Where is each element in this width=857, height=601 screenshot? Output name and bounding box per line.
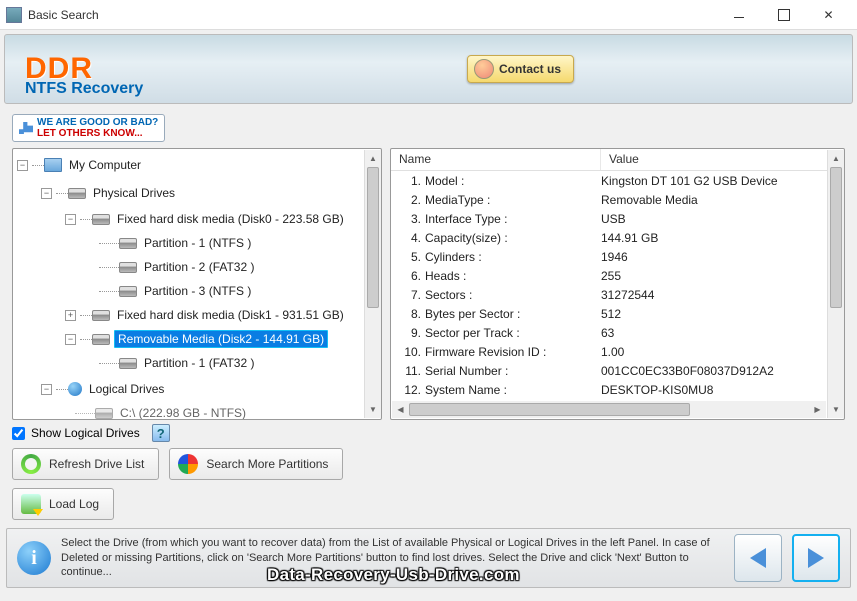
details-header: Name Value [391,149,844,171]
expander-icon[interactable]: − [41,188,52,199]
details-panel: Name Value 1.Model :Kingston DT 101 G2 U… [390,148,845,420]
disk-icon [92,310,110,321]
col-name[interactable]: Name [391,149,601,170]
tree-partition[interactable]: Partition - 1 (NTFS ) [17,233,377,253]
user-icon [474,59,494,79]
contact-us-button[interactable]: Contact us [467,55,574,83]
show-logical-label: Show Logical Drives [31,426,140,440]
drive-icon [68,188,86,199]
details-row[interactable]: 4.Capacity(size) :144.91 GB [399,228,844,247]
contact-label: Contact us [499,62,561,76]
load-log-button[interactable]: Load Log [12,488,114,520]
thumbs-up-icon [19,122,33,134]
minimize-button[interactable] [716,1,761,29]
search-icon [178,454,198,474]
header-banner: DDR NTFS Recovery Contact us [4,34,853,104]
tree-root[interactable]: − My Computer [17,155,377,175]
details-body: 1.Model :Kingston DT 101 G2 USB Device2.… [391,171,844,419]
details-row[interactable]: 3.Interface Type :USB [399,209,844,228]
drive-tree-panel: − My Computer − Physical Drives − Fixed … [12,148,382,420]
tree-disk0[interactable]: − Fixed hard disk media (Disk0 - 223.58 … [17,209,377,229]
search-more-label: Search More Partitions [206,457,328,471]
info-icon: i [17,541,51,575]
tree-label: Fixed hard disk media (Disk1 - 931.51 GB… [114,307,347,323]
window-title: Basic Search [28,8,716,22]
next-button[interactable] [792,534,840,582]
refresh-drive-list-button[interactable]: Refresh Drive List [12,448,159,480]
details-hscroll[interactable]: ◀▶ [392,401,826,418]
tree-label: Removable Media (Disk2 - 144.91 GB) [114,330,328,348]
details-row[interactable]: 1.Model :Kingston DT 101 G2 USB Device [399,171,844,190]
details-vscroll[interactable]: ▲▼ [827,150,844,418]
tree-disk2-selected[interactable]: − Removable Media (Disk2 - 144.91 GB) [17,329,377,349]
details-row[interactable]: 7.Sectors :31272544 [399,285,844,304]
partition-icon [119,286,137,297]
main-area: − My Computer − Physical Drives − Fixed … [12,148,845,420]
feedback-bar[interactable]: WE ARE GOOD OR BAD? LET OTHERS KNOW... [12,114,165,142]
partition-icon [119,262,137,273]
drive-icon [95,408,113,419]
tree-label: My Computer [66,157,144,173]
expander-icon[interactable]: − [65,214,76,225]
show-logical-checkbox[interactable] [12,427,25,440]
details-row[interactable]: 5.Cylinders :1946 [399,247,844,266]
tree-partition[interactable]: Partition - 1 (FAT32 ) [17,353,377,373]
expander-icon[interactable]: − [41,384,52,395]
details-row[interactable]: 2.MediaType :Removable Media [399,190,844,209]
tree-partition[interactable]: Partition - 3 (NTFS ) [17,281,377,301]
details-row[interactable]: 9.Sector per Track :63 [399,323,844,342]
tree-partition[interactable]: Partition - 2 (FAT32 ) [17,257,377,277]
details-row[interactable]: 6.Heads :255 [399,266,844,285]
load-log-label: Load Log [49,497,99,511]
feedback-line2: LET OTHERS KNOW... [37,128,143,139]
tree-label: C:\ (222.98 GB - NTFS) [117,405,249,419]
refresh-icon [21,454,41,474]
col-value[interactable]: Value [601,149,844,170]
maximize-button[interactable] [761,1,806,29]
controls-area: Show Logical Drives ? Refresh Drive List… [12,424,845,520]
computer-icon [44,158,62,172]
tree-label: Fixed hard disk media (Disk0 - 223.58 GB… [114,211,347,227]
tree-label: Physical Drives [90,185,178,201]
watermark-text: Data-Recovery-Usb-Drive.com [267,565,520,585]
search-more-partitions-button[interactable]: Search More Partitions [169,448,343,480]
tree-disk1[interactable]: + Fixed hard disk media (Disk1 - 931.51 … [17,305,377,325]
tree-label: Partition - 3 (NTFS ) [141,283,254,299]
disk-icon [92,214,110,225]
tree-label: Partition - 1 (FAT32 ) [141,355,257,371]
partition-icon [119,238,137,249]
titlebar: Basic Search [0,0,857,30]
details-row[interactable]: 8.Bytes per Sector :512 [399,304,844,323]
tree-drive-c[interactable]: C:\ (222.98 GB - NTFS) [17,403,377,419]
expander-icon[interactable]: − [65,334,76,345]
feedback-line1: WE ARE GOOD OR BAD? [37,117,158,128]
partition-icon [119,358,137,369]
globe-icon [68,382,82,396]
close-button[interactable] [806,1,851,29]
disk-icon [92,334,110,345]
refresh-label: Refresh Drive List [49,457,144,471]
subtitle: NTFS Recovery [25,80,143,98]
back-button[interactable] [734,534,782,582]
app-icon [6,7,22,23]
tree-physical-drives[interactable]: − Physical Drives [17,183,377,203]
help-icon[interactable]: ? [152,424,170,442]
tree-label: Partition - 1 (NTFS ) [141,235,254,251]
tree-label: Partition - 2 (FAT32 ) [141,259,257,275]
details-row[interactable]: 10.Firmware Revision ID :1.00 [399,342,844,361]
load-icon [21,494,41,514]
tree-scrollbar[interactable]: ▲▼ [364,150,381,418]
tree-label: Logical Drives [86,381,167,397]
tree-logical-drives[interactable]: − Logical Drives [17,379,377,399]
expander-icon[interactable]: − [17,160,28,171]
expander-icon[interactable]: + [65,310,76,321]
details-row[interactable]: 11.Serial Number :001CC0EC33B0F08037D912… [399,361,844,380]
details-row[interactable]: 12.System Name :DESKTOP-KIS0MU8 [399,380,844,399]
footer-bar: i Select the Drive (from which you want … [6,528,851,588]
